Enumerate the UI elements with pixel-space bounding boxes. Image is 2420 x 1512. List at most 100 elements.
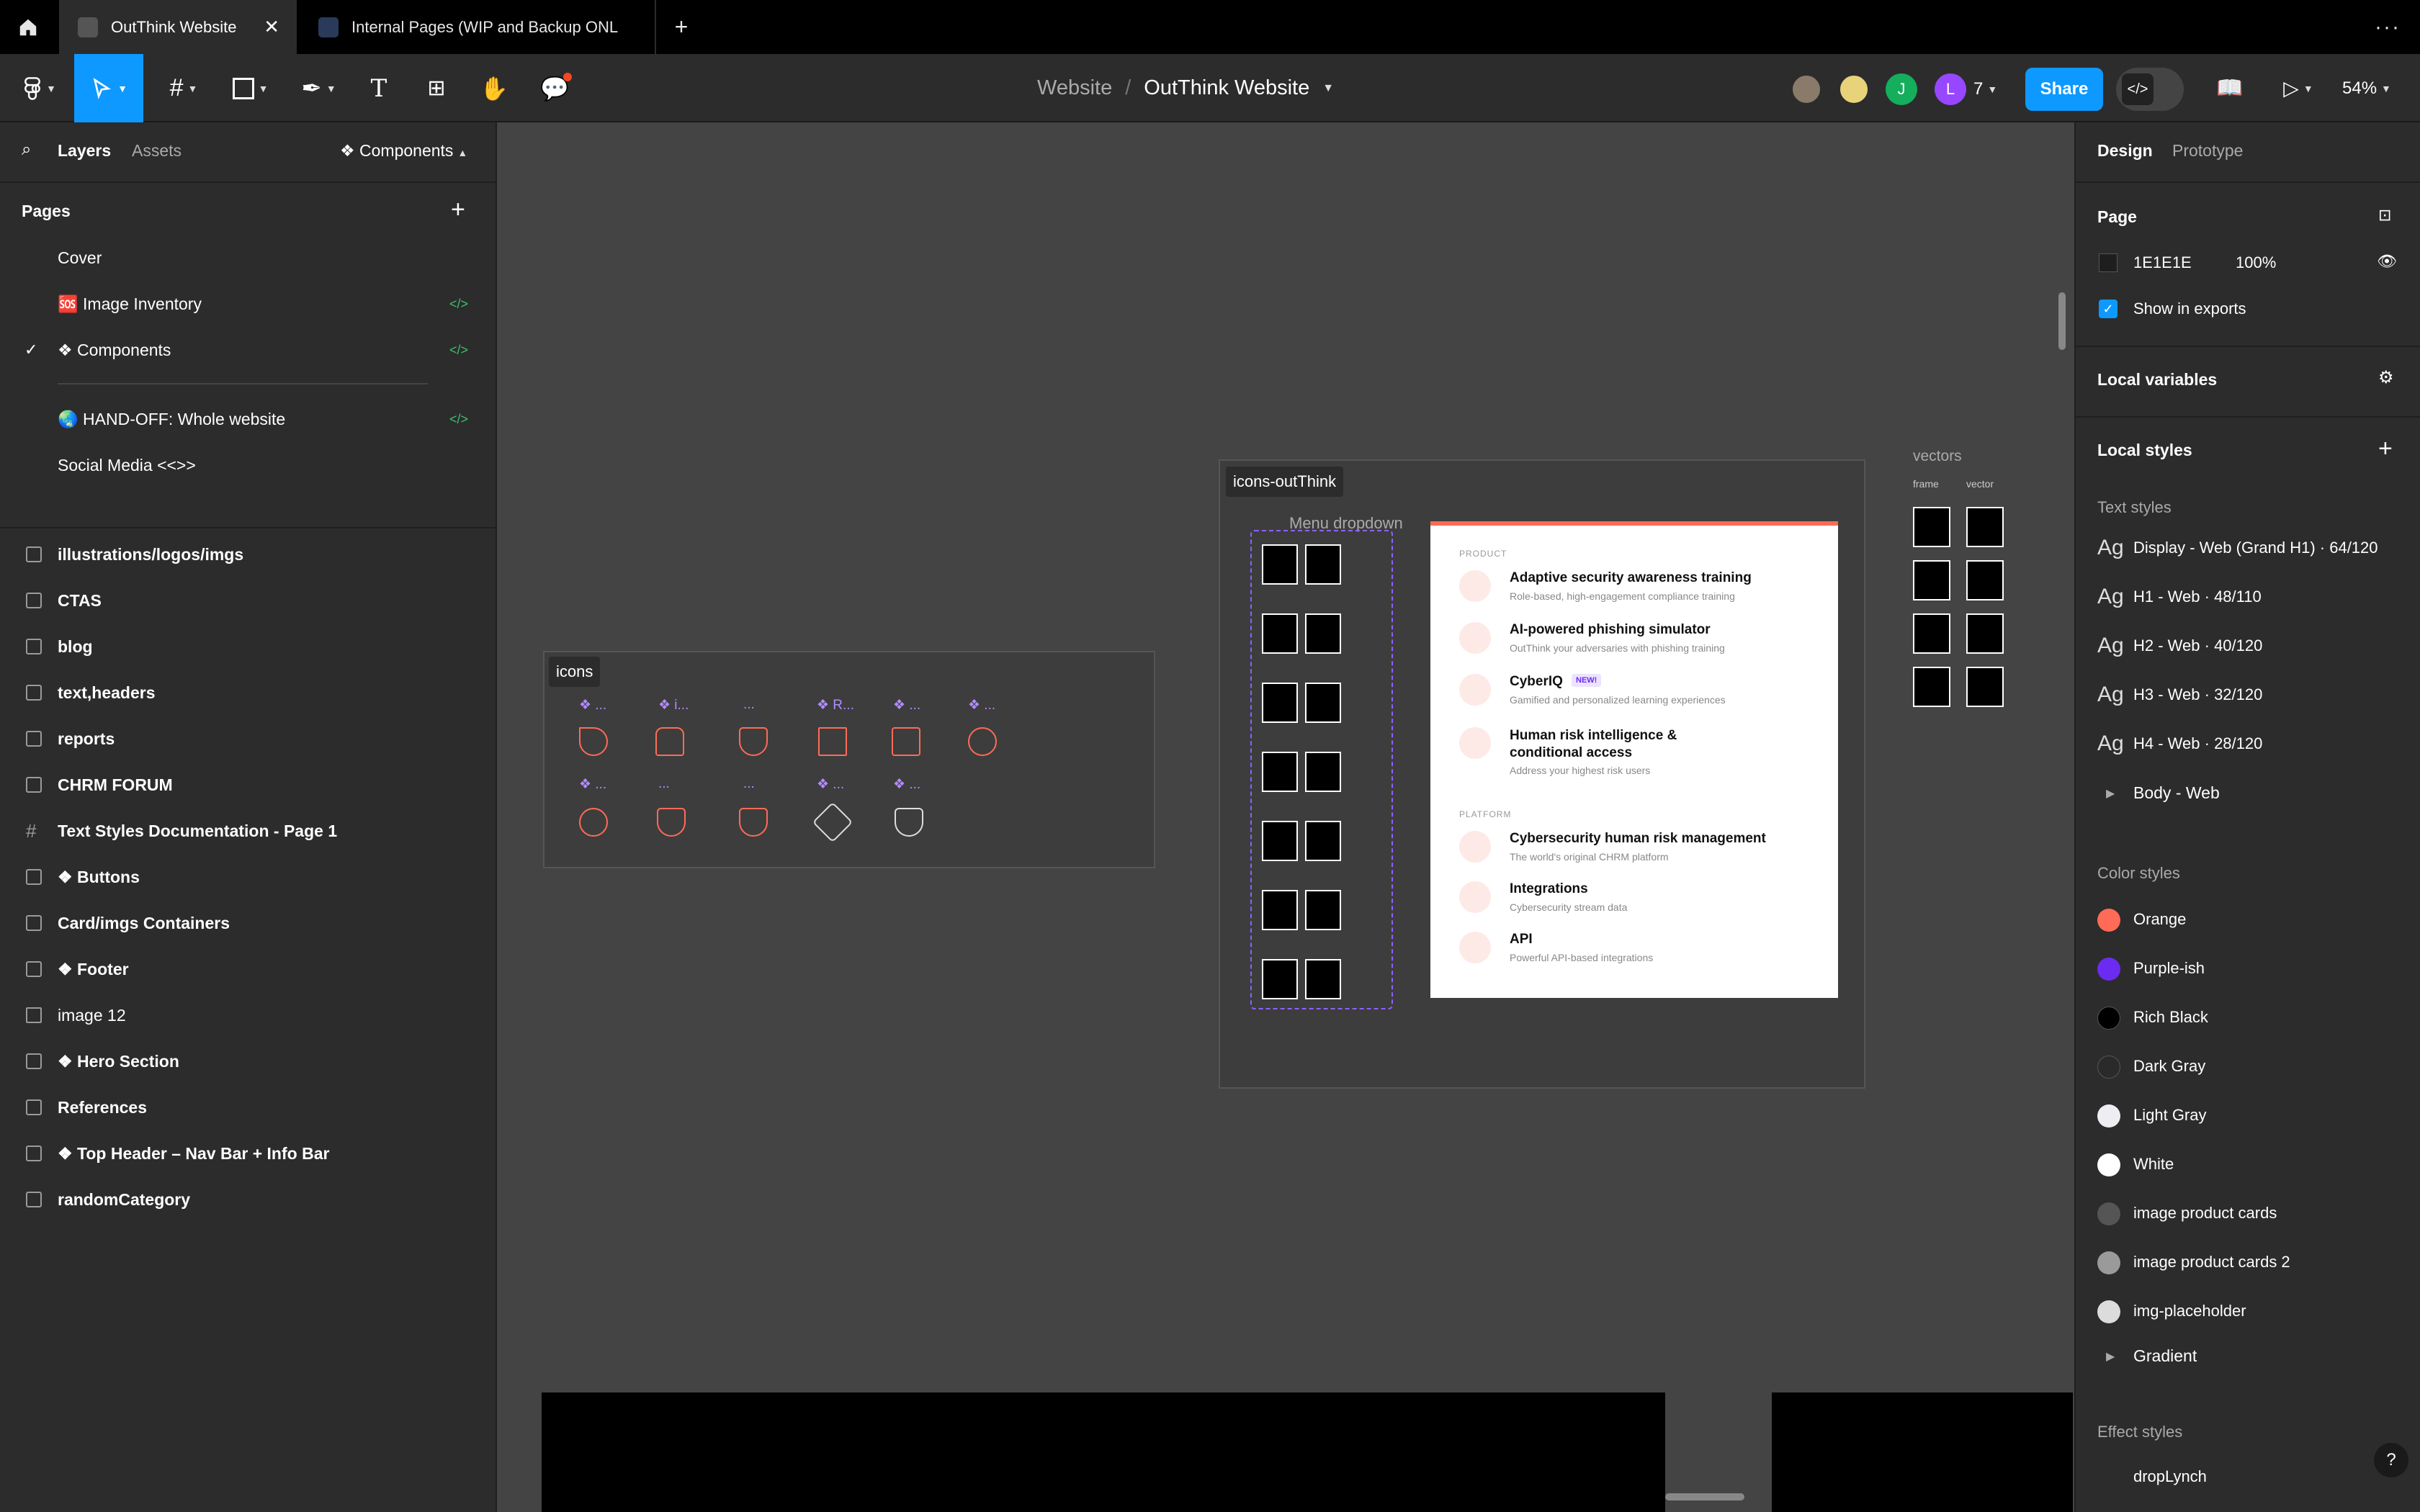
color-style-item[interactable]: image product cards 2 [2076, 1243, 2420, 1283]
lock-network-icon[interactable] [655, 727, 684, 756]
zoom-control[interactable]: 54% ▼ [2342, 54, 2391, 122]
phishing-hook-icon[interactable] [1262, 613, 1298, 654]
person-icon[interactable] [1966, 507, 2004, 547]
horizontal-scrollbar[interactable] [1665, 1493, 1744, 1500]
page-item[interactable]: Social Media <<>> [0, 442, 497, 488]
layer-row[interactable]: randomCategory [0, 1176, 497, 1223]
library-button[interactable]: 📖 [2211, 54, 2249, 122]
hexagons-icon[interactable] [1262, 752, 1298, 792]
text-style-item[interactable]: Ag H4 - Web · 28/120 [2076, 732, 2420, 772]
tab-design[interactable]: Design [2097, 141, 2153, 161]
menu-item-title[interactable]: CyberIQ [1510, 674, 1563, 690]
hexagons-icon[interactable] [1966, 667, 2004, 707]
layer-row[interactable]: CHRM FORUM [0, 762, 497, 808]
more-icon[interactable]: ··· [2370, 0, 2406, 54]
breadcrumb-project[interactable]: Website [1037, 76, 1112, 100]
add-page-button[interactable]: + [451, 196, 465, 224]
resources-tool[interactable]: ⊞ [418, 54, 455, 122]
effect-style-item[interactable]: dropLynch [2133, 1467, 2207, 1486]
api-icon[interactable] [1262, 959, 1298, 999]
shape-tool[interactable]: ▼ [223, 54, 277, 122]
eye-icon[interactable]: 👁 [2377, 252, 2397, 271]
new-tab-button[interactable]: + [667, 0, 696, 54]
text-tool[interactable]: T [360, 54, 398, 122]
layer-row[interactable]: ❖ Hero Section [0, 1038, 497, 1084]
icons-outthink-frame[interactable]: icons-outThink Menu dropdown PRODUCT Ada… [1219, 459, 1865, 1089]
integration-icon[interactable] [1305, 890, 1341, 930]
file-name[interactable]: OutThink Website [1144, 76, 1309, 100]
dev-mode-toggle[interactable]: </> [2116, 68, 2184, 111]
shield-check-icon[interactable] [739, 727, 768, 756]
icon-variants-set[interactable] [1250, 530, 1393, 1009]
comment-tool[interactable]: 💬 [533, 54, 576, 122]
color-style-item[interactable]: Light Gray [2076, 1096, 2420, 1136]
hands-shield-icon[interactable] [895, 808, 923, 837]
phishing-hook-icon[interactable] [1913, 613, 1950, 654]
phishing-hook-icon[interactable] [1305, 613, 1341, 654]
text-style-item[interactable]: Ag H2 - Web · 40/120 [2076, 634, 2420, 674]
person-icon[interactable] [1305, 683, 1341, 723]
menu-item-title[interactable]: Human risk intelligence & conditional ac… [1510, 727, 1697, 762]
page-color-swatch[interactable] [2099, 253, 2118, 272]
layer-row[interactable]: ❖ Buttons [0, 854, 497, 900]
color-style-item[interactable]: White [2076, 1145, 2420, 1185]
menu-item-title[interactable]: Integrations [1510, 881, 1588, 897]
layer-row[interactable]: image 12 [0, 992, 497, 1038]
text-style-group[interactable]: ▶ Body - Web [2076, 783, 2420, 819]
close-tab-icon[interactable]: ✕ [264, 16, 279, 38]
tab-assets[interactable]: Assets [132, 141, 182, 161]
layer-row[interactable]: reports [0, 716, 497, 762]
color-style-item[interactable]: Rich Black [2076, 998, 2420, 1038]
collaborator-count[interactable]: 7 ▼ [1973, 73, 1997, 105]
menu-item-title[interactable]: AI-powered phishing simulator [1510, 622, 1711, 638]
layer-row[interactable]: blog [0, 624, 497, 670]
phishing-hook-icon[interactable] [1966, 613, 2004, 654]
shield-person-icon[interactable] [657, 808, 686, 837]
move-tool[interactable]: ▼ [74, 54, 143, 122]
monitor-icon[interactable] [892, 727, 920, 756]
icons-frame[interactable]: icons ❖ ... ❖ i... ... ❖ R... ❖ ... ❖ ..… [543, 651, 1155, 868]
menu-dropdown[interactable]: PRODUCT Adaptive security awareness trai… [1430, 521, 1838, 998]
text-style-item[interactable]: Ag H3 - Web · 32/120 [2076, 683, 2420, 723]
layer-row[interactable]: text,headers [0, 670, 497, 716]
layer-row[interactable]: CTAS [0, 577, 497, 624]
page-opacity-value[interactable]: 100% [2236, 253, 2276, 272]
color-style-item[interactable]: Purple-ish [2076, 949, 2420, 989]
color-style-item[interactable]: Dark Gray [2076, 1047, 2420, 1087]
tab-internal-pages[interactable]: Internal Pages (WIP and Backup ONL [300, 0, 656, 54]
avatar[interactable] [1791, 73, 1822, 105]
layer-row[interactable]: # Text Styles Documentation - Page 1 [0, 808, 497, 854]
help-button[interactable]: ? [2374, 1443, 2408, 1477]
person-icon[interactable] [1262, 683, 1298, 723]
present-button[interactable]: ▷ ▼ [2273, 54, 2323, 122]
layers-icon[interactable] [1262, 821, 1298, 861]
network-icon[interactable] [818, 727, 847, 756]
tab-layers[interactable]: Layers [58, 141, 111, 161]
api-icon[interactable] [1305, 959, 1341, 999]
head-icon[interactable] [1966, 560, 2004, 600]
layer-row[interactable]: Card/imgs Containers [0, 900, 497, 946]
dark-frame[interactable] [1772, 1392, 2073, 1512]
text-style-item[interactable]: Ag Display - Web (Grand H1) · 64/120 [2076, 536, 2420, 576]
hexagons-icon[interactable] [1305, 752, 1341, 792]
lightbulb-icon[interactable] [968, 727, 997, 756]
cursor-click-icon[interactable] [579, 727, 608, 756]
layer-row[interactable]: illustrations/logos/imgs [0, 531, 497, 577]
page-item[interactable]: 🆘 Image Inventory </> [0, 281, 497, 327]
page-item[interactable]: Cover [0, 235, 497, 281]
home-button[interactable] [0, 0, 56, 54]
avatar[interactable]: L [1935, 73, 1966, 105]
shield-user-icon[interactable] [739, 808, 768, 837]
share-button[interactable]: Share [2025, 68, 2103, 111]
pen-tool[interactable]: ✒ ▼ [292, 54, 346, 122]
main-menu-button[interactable]: ▼ [14, 54, 65, 122]
chevron-down-icon[interactable]: ▼ [1322, 82, 1334, 95]
menu-item-title[interactable]: API [1510, 932, 1533, 948]
tab-prototype[interactable]: Prototype [2172, 141, 2243, 161]
cube-network-icon[interactable] [812, 801, 853, 843]
head-icon[interactable] [1913, 560, 1950, 600]
layers-icon[interactable] [1305, 821, 1341, 861]
local-variables-title[interactable]: Local variables [2097, 370, 2217, 390]
page-item-selected[interactable]: ✓ ❖ Components </> [0, 327, 497, 373]
avatar[interactable]: J [1886, 73, 1917, 105]
